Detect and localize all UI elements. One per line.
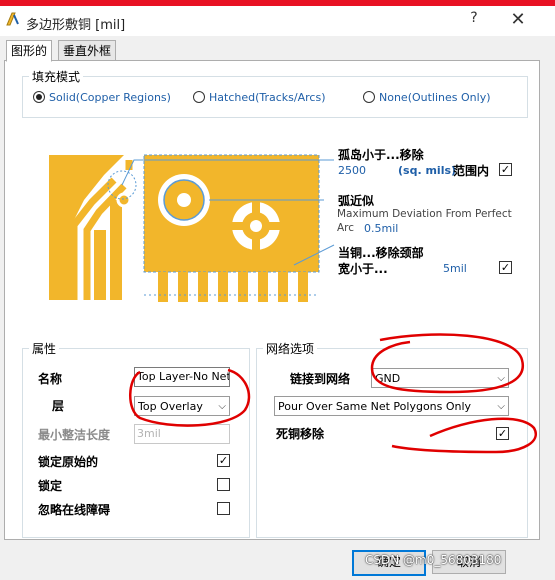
radio-hatched[interactable]: Hatched(Tracks/Arcs) — [193, 90, 325, 106]
pad-hole — [177, 193, 191, 207]
fill-mode-legend: 填充模式 — [32, 70, 81, 84]
radio-none-label: None(Outlines Only) — [379, 91, 491, 104]
neck-title: 当铜...移除颈部 — [338, 246, 424, 260]
polygon-pour-illustration — [49, 154, 335, 302]
layer-select-value: Top Overlay — [138, 400, 203, 413]
lock-label: 锁定 — [38, 479, 63, 493]
connect-net-select[interactable]: GND ⌵ — [371, 368, 509, 388]
connect-net-label: 链接到网络 — [290, 372, 351, 386]
layer-label: 层 — [52, 399, 65, 413]
pour-over-select[interactable]: Pour Over Same Net Polygons Only ⌵ — [274, 396, 509, 416]
pour-over-value: Pour Over Same Net Polygons Only — [278, 400, 472, 413]
thermal-hole — [250, 220, 262, 232]
radio-selected-icon — [33, 91, 45, 103]
remove-dead-copper-checkbox[interactable]: ✓ — [496, 427, 509, 440]
island-value[interactable]: 2500 — [338, 164, 366, 177]
min-prim-label: 最小整洁长度 — [38, 428, 111, 442]
min-prim-field[interactable]: 3mil — [134, 424, 230, 444]
ignore-label: 忽略在线障碍 — [38, 503, 111, 517]
via-pad — [116, 192, 132, 208]
name-label: 名称 — [38, 372, 63, 386]
neck-title-2: 宽小于... — [338, 262, 388, 276]
arc-desc: Maximum Deviation From Perfect — [337, 208, 512, 220]
radio-solid[interactable]: Solid(Copper Regions) — [33, 90, 171, 106]
arc-value[interactable]: 0.5mil — [364, 222, 398, 235]
pin-row — [158, 272, 308, 302]
chevron-down-icon: ⌵ — [218, 401, 226, 412]
arc-title: 弧近似 — [338, 194, 375, 208]
island-checkbox[interactable]: ✓ — [499, 163, 512, 176]
name-field[interactable]: Top Layer-No Net — [134, 367, 230, 387]
close-button[interactable]: ✕ — [505, 9, 531, 31]
net-options-legend: 网络选项 — [266, 342, 315, 356]
island-scope-label: 范围内 — [453, 164, 490, 178]
tab-vertical-outline[interactable]: 垂直外框 — [58, 40, 117, 62]
properties-legend: 属性 — [32, 342, 57, 356]
connect-net-value: GND — [375, 372, 401, 385]
arc-desc-2: Arc — [337, 222, 355, 234]
trace-bar — [110, 200, 122, 300]
radio-hatched-label: Hatched(Tracks/Arcs) — [209, 91, 326, 104]
neck-checkbox[interactable]: ✓ — [499, 261, 512, 274]
trace-bar — [94, 230, 106, 300]
lock-prim-label: 锁定原始的 — [38, 455, 99, 469]
radio-unselected-icon — [363, 91, 375, 103]
watermark: CSDN @m0_56803180 — [365, 553, 502, 567]
tab-graphical[interactable]: 图形的 — [6, 40, 53, 62]
radio-solid-label: Solid(Copper Regions) — [49, 91, 171, 104]
ignore-checkbox[interactable] — [217, 502, 230, 515]
remove-dead-copper-label: 死铜移除 — [276, 427, 325, 441]
chevron-down-icon: ⌵ — [497, 373, 505, 384]
help-button[interactable]: ? — [464, 10, 484, 30]
chevron-down-icon: ⌵ — [497, 401, 505, 412]
island-title: 孤岛小于...移除 — [338, 148, 424, 162]
polygon-pour-app-icon — [6, 12, 19, 26]
window-title: 多边形敷铜 [mil] — [26, 18, 126, 33]
radio-none[interactable]: None(Outlines Only) — [363, 90, 491, 106]
lock-checkbox[interactable] — [217, 478, 230, 491]
layer-select[interactable]: Top Overlay ⌵ — [134, 396, 230, 416]
neck-value[interactable]: 5mil — [443, 262, 467, 275]
island-unit: (sq. mils) — [398, 164, 457, 177]
radio-unselected-icon — [193, 91, 205, 103]
lock-prim-checkbox[interactable]: ✓ — [217, 454, 230, 467]
